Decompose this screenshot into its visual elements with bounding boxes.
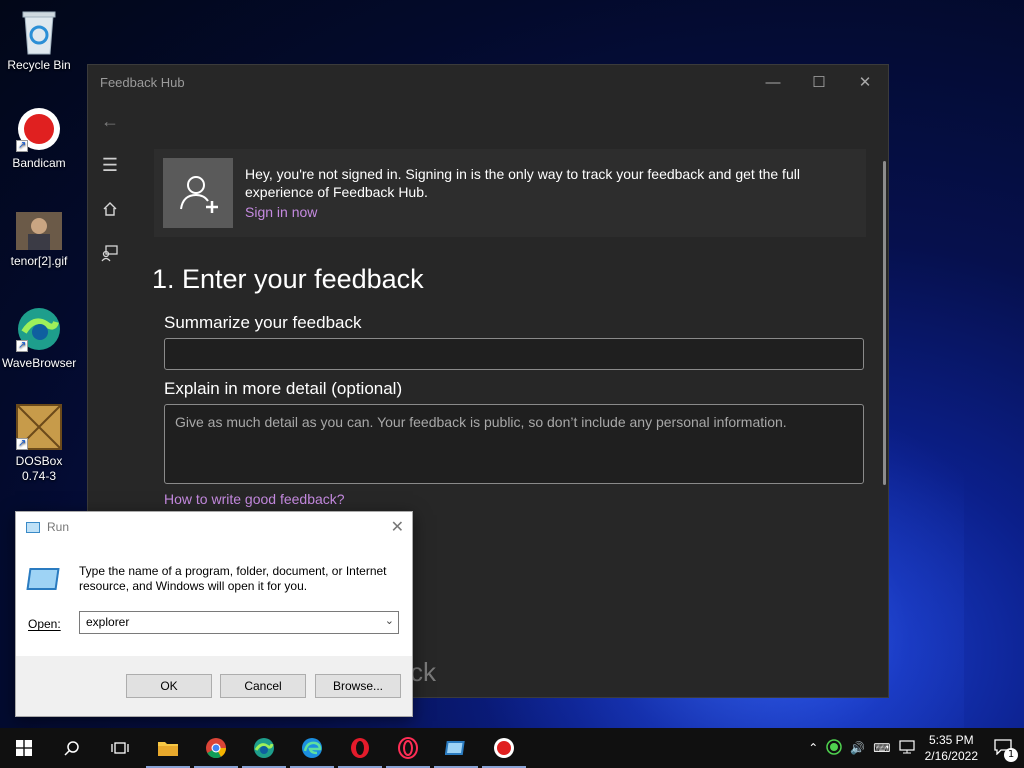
open-combobox[interactable]: explorer ⌄ — [79, 611, 399, 634]
obscured-text: ck — [410, 657, 436, 687]
summary-input[interactable] — [164, 338, 864, 370]
shortcut-arrow-icon — [16, 436, 28, 451]
run-description: Type the name of a program, folder, docu… — [79, 564, 387, 593]
run-program-icon — [26, 568, 60, 590]
ime-icon[interactable]: ⌨ — [873, 741, 890, 755]
desktop-icon-bandicam[interactable]: Bandicam — [2, 106, 76, 171]
volume-icon[interactable]: 🔊 — [850, 741, 865, 755]
feedback-icon[interactable] — [88, 231, 132, 275]
windows-logo-icon — [16, 740, 32, 756]
home-icon[interactable] — [88, 187, 132, 231]
shortcut-arrow-icon — [16, 338, 28, 353]
desktop-icon-dosbox[interactable]: DOSBox 0.74-3 — [2, 404, 76, 484]
minimize-icon[interactable]: — — [750, 65, 796, 99]
open-label: Open: — [28, 617, 61, 631]
desktop-icon-label: tenor[2].gif — [10, 254, 68, 268]
window-title: Feedback Hub — [100, 74, 185, 90]
date-text: 2/16/2022 — [924, 749, 978, 763]
run-title: Run — [47, 520, 70, 534]
sign-in-link[interactable]: Sign in now — [245, 203, 825, 221]
opera-icon[interactable] — [336, 728, 384, 768]
signin-message: Hey, you're not signed in. Signing in is… — [245, 166, 800, 200]
ok-button[interactable]: OK — [126, 674, 212, 698]
desktop-icon-tenor-gif[interactable]: tenor[2].gif — [2, 212, 76, 269]
chrome-icon[interactable] — [192, 728, 240, 768]
wavebrowser-icon — [16, 306, 62, 353]
bandicam-taskbar-icon[interactable] — [480, 728, 528, 768]
run-titlebar[interactable]: Run — [16, 512, 412, 542]
scrollbar-thumb[interactable] — [883, 161, 886, 485]
opera-gx-icon[interactable] — [384, 728, 432, 768]
run-dialog: Run ✕ Type the name of a program, folder… — [15, 511, 413, 717]
dosbox-icon — [16, 404, 62, 451]
desktop-icon-label: WaveBrowser — [2, 356, 77, 370]
close-icon[interactable]: ✕ — [391, 517, 404, 537]
section-title: 1. Enter your feedback — [152, 264, 424, 294]
run-taskbar-icon[interactable] — [432, 728, 480, 768]
desktop-icon-label: Bandicam — [12, 156, 66, 170]
bandicam-icon — [16, 106, 62, 153]
desktop-icon-recycle-bin[interactable]: Recycle Bin — [2, 8, 76, 73]
gif-thumbnail-icon — [16, 212, 62, 250]
desktop-icon-wavebrowser[interactable]: WaveBrowser — [2, 306, 76, 371]
wavebrowser-taskbar-icon[interactable] — [240, 728, 288, 768]
time-text: 5:35 PM — [928, 733, 974, 747]
cancel-button[interactable]: Cancel — [220, 674, 306, 698]
edge-icon[interactable] — [288, 728, 336, 768]
status-green-icon[interactable] — [826, 738, 843, 758]
detail-textarea[interactable]: Give as much detail as you can. Your fee… — [164, 404, 864, 484]
desktop-icon-label: Recycle Bin — [7, 58, 71, 72]
chevron-up-icon[interactable]: ⌃ — [808, 741, 818, 755]
maximize-icon[interactable]: ☐ — [796, 65, 842, 99]
help-link[interactable]: How to write good feedback? — [164, 491, 345, 507]
clock[interactable]: 5:35 PM 2/16/2022 — [925, 732, 978, 764]
network-icon[interactable] — [899, 739, 915, 757]
shortcut-arrow-icon — [16, 138, 28, 153]
back-arrow-icon[interactable]: ← — [88, 99, 132, 143]
notification-count-badge: 1 — [1004, 747, 1018, 762]
detail-label: Explain in more detail (optional) — [164, 379, 403, 398]
signin-banner: Hey, you're not signed in. Signing in is… — [154, 149, 866, 237]
close-icon[interactable]: ✕ — [842, 65, 888, 99]
browse-button[interactable]: Browse... — [315, 674, 401, 698]
desktop-icon-label: DOSBox 0.74-3 — [15, 454, 63, 483]
recycle-bin-icon — [16, 8, 62, 55]
taskbar: ⌃ 🔊 ⌨ 5:35 PM 2/16/2022 1 — [0, 728, 1024, 768]
task-view-icon[interactable] — [96, 728, 144, 768]
chevron-down-icon[interactable]: ⌄ — [385, 614, 394, 627]
hamburger-menu-icon[interactable]: ☰ — [88, 143, 132, 187]
notification-icon[interactable]: 1 — [994, 738, 1018, 762]
summary-label: Summarize your feedback — [164, 313, 362, 332]
add-user-icon — [163, 158, 233, 228]
run-icon — [26, 521, 40, 533]
start-button[interactable] — [0, 728, 48, 768]
window-controls: — ☐ ✕ — [750, 65, 888, 99]
nav-rail: ← ☰ — [88, 99, 132, 275]
open-value: explorer — [86, 615, 130, 629]
system-tray: ⌃ 🔊 ⌨ 5:35 PM 2/16/2022 1 — [804, 728, 1024, 768]
file-explorer-icon[interactable] — [144, 728, 192, 768]
search-icon[interactable] — [48, 728, 96, 768]
